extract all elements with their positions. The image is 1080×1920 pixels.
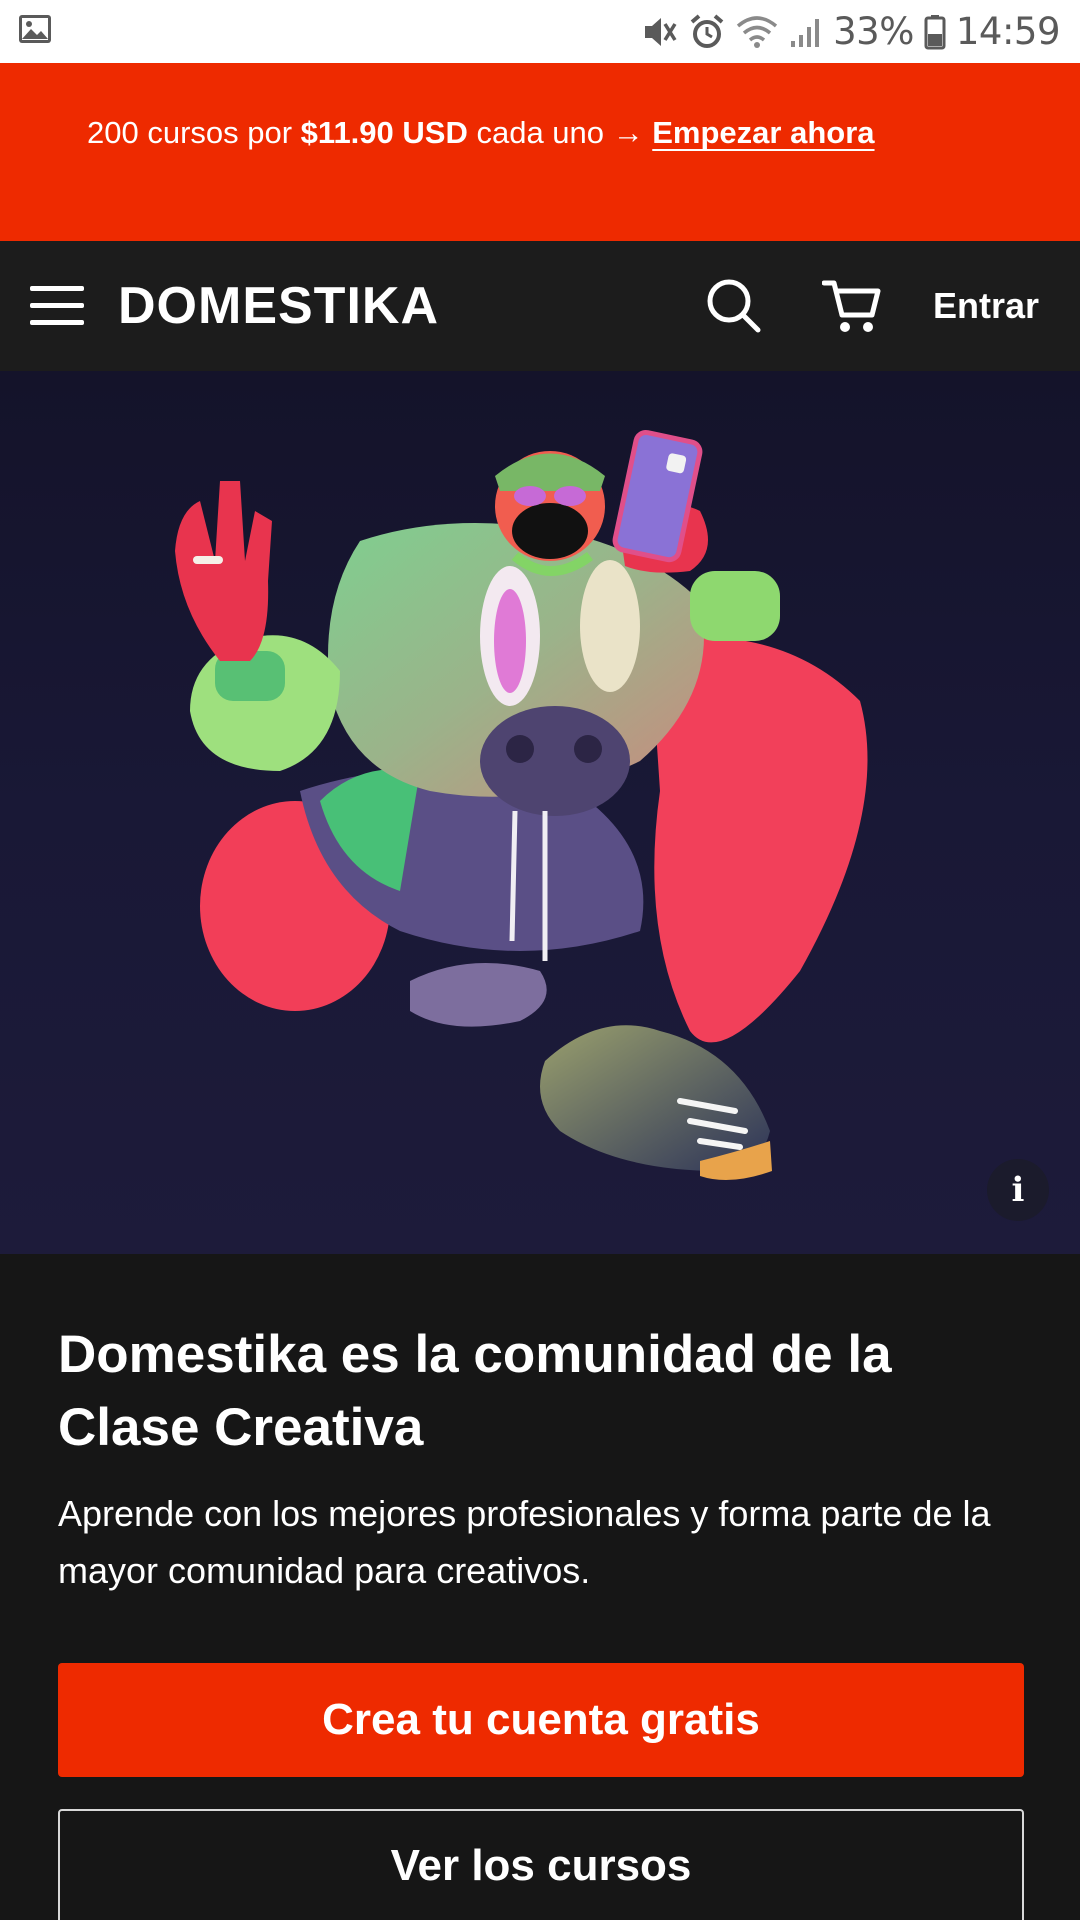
- clock: 14:59: [955, 10, 1061, 53]
- domestika-logo[interactable]: DOMESTIKA: [118, 271, 439, 341]
- promo-banner: 200 cursos por $11.90 USD cada uno → Emp…: [0, 63, 1080, 241]
- image-icon: [18, 14, 52, 49]
- promo-price: $11.90 USD: [300, 115, 468, 150]
- battery-percent: 33%: [833, 10, 914, 53]
- alarm-icon: [689, 13, 725, 50]
- hero-illustration: [0, 371, 1080, 1254]
- create-account-button[interactable]: Crea tu cuenta gratis: [58, 1663, 1024, 1777]
- status-bar: 33% 14:59: [0, 0, 1080, 63]
- menu-icon[interactable]: [30, 286, 84, 326]
- login-button[interactable]: Entrar: [933, 285, 1039, 327]
- wifi-icon: [735, 14, 779, 50]
- battery-icon: [924, 14, 946, 50]
- info-button[interactable]: i: [987, 1159, 1049, 1221]
- signal-icon: [789, 15, 823, 49]
- search-icon[interactable]: [706, 278, 762, 334]
- cart-icon[interactable]: [821, 277, 882, 335]
- promo-prefix: 200 cursos por: [87, 115, 301, 150]
- promo-middle: cada uno →: [467, 115, 653, 150]
- mute-icon: [641, 14, 679, 50]
- logo-text: DOMESTIKA: [118, 277, 439, 335]
- hero-artwork: [175, 430, 868, 1180]
- promo-cta-link[interactable]: Empezar ahora: [652, 115, 874, 150]
- page-subtitle: Aprende con los mejores profesionales y …: [58, 1493, 991, 1591]
- page-title: Domestika es la comunidad de la Clase Cr…: [58, 1325, 892, 1457]
- site-header: DOMESTIKA Entrar: [0, 241, 1080, 371]
- view-courses-button[interactable]: Ver los cursos: [58, 1809, 1024, 1920]
